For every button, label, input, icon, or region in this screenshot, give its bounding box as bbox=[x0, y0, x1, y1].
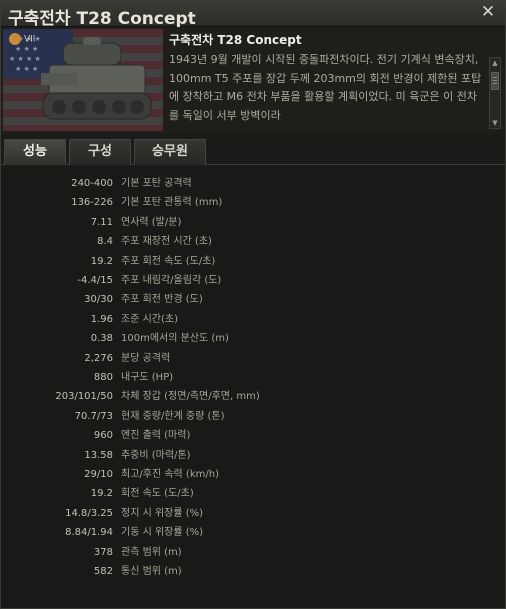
stat-value: 203/101/50 bbox=[55, 391, 113, 403]
stat-row: 14.8/3.25 정지 시 위장률 (%) bbox=[1, 505, 505, 523]
stat-row: 8.4 주포 재장전 시간 (초) bbox=[1, 233, 505, 251]
stat-row: 136-226 기본 포탄 관통력 (mm) bbox=[1, 194, 505, 212]
stat-row: 7.11 연사력 (발/분) bbox=[1, 214, 505, 232]
stat-label: 분당 공격력 bbox=[121, 352, 171, 364]
stat-label: 정지 시 위장률 (%) bbox=[121, 507, 204, 519]
stat-row: 203/101/50 차체 장갑 (정면/측면/후면, mm) bbox=[1, 388, 505, 406]
stat-value: 8.4 bbox=[97, 236, 113, 248]
stat-label: 내구도 (HP) bbox=[121, 372, 174, 383]
close-icon[interactable]: ✕ bbox=[479, 3, 497, 21]
stat-value: 7.11 bbox=[90, 216, 113, 228]
stat-value: 29/10 bbox=[84, 469, 113, 480]
stat-label: 관측 범위 (m) bbox=[121, 546, 182, 558]
tier-label: VII bbox=[24, 34, 36, 45]
vehicle-name: 구축전차 T28 Concept bbox=[169, 33, 302, 47]
stat-value: 30/30 bbox=[84, 294, 113, 306]
stat-value: 14.8/3.25 bbox=[65, 507, 113, 519]
stat-label: 주포 회전 속도 (도/초) bbox=[121, 255, 216, 267]
tab-crew[interactable]: 승무원 bbox=[134, 139, 206, 165]
description-scrollbar[interactable]: ▲ ▼ bbox=[489, 57, 501, 129]
stat-row: 30/30 주포 회전 반경 (도) bbox=[1, 291, 505, 309]
stat-label: 회전 속도 (도/초) bbox=[121, 488, 194, 500]
stat-row: 70.7/73 현재 중량/한계 중량 (톤) bbox=[1, 408, 505, 426]
stat-value: 70.7/73 bbox=[74, 410, 113, 422]
stat-value: -4.4/15 bbox=[77, 275, 113, 286]
window-title: 구축전차 T28 Concept bbox=[8, 9, 196, 29]
title-bar[interactable]: 구축전차 T28 Concept ✕ bbox=[1, 1, 505, 29]
stat-row: 8.84/1.94 기동 시 위장률 (%) bbox=[1, 524, 505, 542]
stat-row: 29/10 최고/후진 속력 (km/h) bbox=[1, 466, 505, 484]
stat-row: 582 통신 범위 (m) bbox=[1, 563, 505, 581]
stat-label: 기본 포탄 관통력 (mm) bbox=[121, 197, 223, 209]
tab-configuration[interactable]: 구성 bbox=[69, 139, 131, 165]
stat-label: 차체 장갑 (정면/측면/후면, mm) bbox=[121, 391, 260, 403]
scroll-down-icon[interactable]: ▼ bbox=[490, 118, 500, 128]
tank-icon bbox=[41, 37, 152, 120]
stat-row: 0.38 100m에서의 분산도 (m) bbox=[1, 330, 505, 348]
scroll-thumb[interactable] bbox=[491, 72, 499, 90]
stat-row: 960 엔진 출력 (마력) bbox=[1, 427, 505, 445]
stat-value: 1.96 bbox=[90, 313, 113, 325]
stat-value: 240-400 bbox=[71, 178, 113, 189]
scroll-up-icon[interactable]: ▲ bbox=[490, 58, 500, 68]
tab-performance[interactable]: 성능 bbox=[4, 139, 66, 165]
stat-row: 378 관측 범위 (m) bbox=[1, 544, 505, 562]
stat-row: 13.58 추중비 (마력/톤) bbox=[1, 447, 505, 465]
vehicle-header: ★ ★ ★ ★ ★ ★ ★ ★ ★ ★ ★ ★ ★ ★ VII 구축전차 T28… bbox=[1, 27, 505, 133]
stat-label: 엔진 출력 (마력) bbox=[121, 430, 191, 442]
stat-row: 19.2 회전 속도 (도/초) bbox=[1, 485, 505, 503]
stat-label: 추중비 (마력/톤) bbox=[121, 449, 191, 461]
tab-bar: 성능 구성 승무원 bbox=[1, 135, 505, 165]
stat-label: 연사력 (발/분) bbox=[121, 216, 182, 228]
stat-label: 최고/후진 속력 (km/h) bbox=[121, 469, 219, 480]
vehicle-description: 1943년 9월 개발이 시작된 중돌파전차이다. 전기 기계식 변속장치, 1… bbox=[169, 53, 482, 122]
tier-badge: VII bbox=[9, 33, 35, 45]
stat-label: 주포 재장전 시간 (초) bbox=[121, 236, 212, 248]
stat-row: 2,276 분당 공격력 bbox=[1, 350, 505, 368]
stat-label: 기본 포탄 공격력 bbox=[121, 178, 192, 189]
vehicle-image: ★ ★ ★ ★ ★ ★ ★ ★ ★ ★ ★ ★ ★ ★ VII bbox=[3, 29, 163, 131]
stat-label: 현재 중량/한계 중량 (톤) bbox=[121, 410, 225, 422]
stat-label: 기동 시 위장률 (%) bbox=[121, 527, 204, 539]
stat-row: 240-400 기본 포탄 공격력 bbox=[1, 175, 505, 193]
stat-value: 880 bbox=[93, 372, 113, 383]
stat-label: 통신 범위 (m) bbox=[121, 566, 182, 577]
stat-row: -4.4/15 주포 내림각/올림각 (도) bbox=[1, 272, 505, 290]
stat-label: 100m에서의 분산도 (m) bbox=[121, 333, 229, 345]
stat-value: 960 bbox=[93, 430, 113, 442]
stat-value: 0.38 bbox=[90, 333, 113, 345]
stats-list: 240-400 기본 포탄 공격력 136-226 기본 포탄 관통력 (mm) 7.1… bbox=[1, 167, 505, 607]
stat-value: 2,276 bbox=[84, 352, 113, 364]
stat-row: 19.2 주포 회전 속도 (도/초) bbox=[1, 253, 505, 271]
stat-value: 582 bbox=[93, 566, 113, 577]
stat-value: 13.58 bbox=[84, 449, 113, 461]
stat-label: 주포 회전 반경 (도) bbox=[121, 294, 203, 306]
stat-label: 주포 내림각/올림각 (도) bbox=[121, 275, 222, 286]
medal-icon bbox=[9, 33, 21, 45]
stat-label: 조준 시간(초) bbox=[121, 313, 178, 325]
stat-row: 880 내구도 (HP) bbox=[1, 369, 505, 387]
vehicle-info-window: 구축전차 T28 Concept ✕ ★ ★ ★ ★ ★ ★ ★ ★ ★ ★ ★… bbox=[0, 0, 506, 609]
stat-value: 19.2 bbox=[90, 488, 113, 500]
stat-value: 8.84/1.94 bbox=[65, 527, 113, 539]
stat-value: 378 bbox=[93, 546, 113, 558]
stat-value: 19.2 bbox=[90, 255, 113, 267]
stat-value: 136-226 bbox=[71, 197, 113, 209]
stat-row: 1.96 조준 시간(초) bbox=[1, 311, 505, 329]
